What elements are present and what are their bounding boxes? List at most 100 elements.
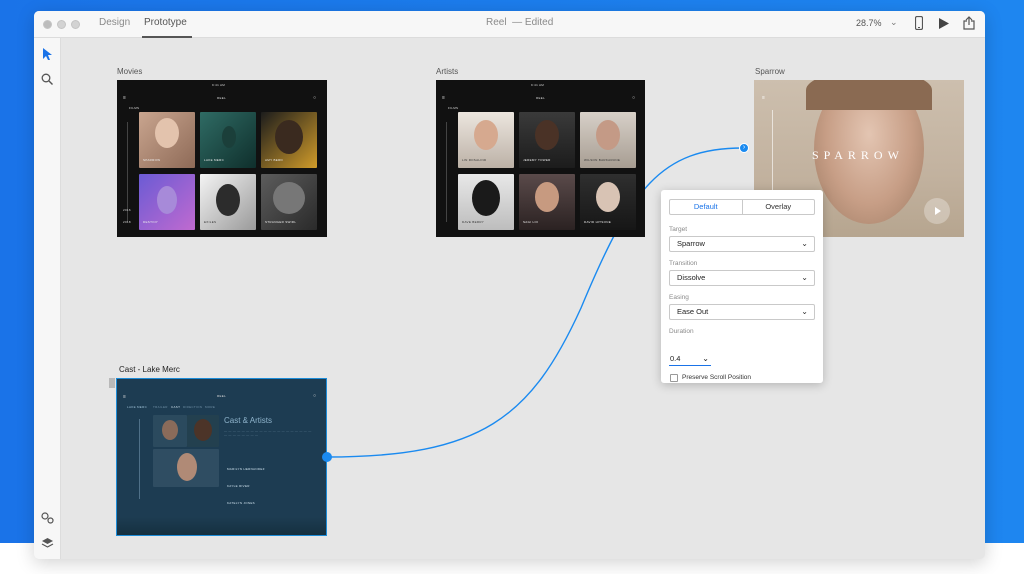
duration-select[interactable]: 0.4 ⌄ — [669, 352, 711, 366]
close-window-button[interactable] — [43, 20, 52, 29]
chevron-down-icon: ⌄ — [702, 354, 709, 363]
easing-value: Ease Out — [677, 307, 709, 316]
artboard-cast[interactable]: ≡ REEL ○ LAKE MERC TRAILER CAST DIRECTIO… — [116, 378, 327, 536]
movie-tile[interactable]: DESTINY — [139, 174, 195, 230]
zoom-chevron-down-icon[interactable]: ⌄ — [890, 17, 898, 28]
connection-origin-handle[interactable] — [322, 452, 332, 462]
duration-value: 0.4 — [670, 354, 681, 363]
menu-icon: ≡ — [442, 95, 446, 101]
movie-tile[interactable]: STRANGER SWIRL — [261, 174, 317, 230]
duration-label: Duration — [669, 328, 694, 335]
artist-tile[interactable]: WILSON BARKARUNE — [580, 112, 636, 168]
cast-photo[interactable] — [153, 449, 219, 487]
document-name: Reel — [486, 17, 507, 28]
cast-heading: Cast & Artists — [224, 416, 273, 425]
tile-caption: DESTINY — [143, 220, 159, 224]
timeline-line — [446, 122, 447, 222]
search-icon[interactable] — [41, 73, 53, 85]
transition-select[interactable]: Dissolve ⌄ — [669, 270, 815, 286]
artboard-handle[interactable] — [109, 378, 115, 388]
share-icon[interactable] — [963, 16, 975, 30]
artboard-label-cast: Cast - Lake Merc — [119, 365, 180, 374]
play-button[interactable] — [924, 198, 950, 224]
transition-value: Dissolve — [677, 273, 706, 282]
preserve-scroll-checkbox[interactable] — [670, 374, 678, 382]
hero-hair — [806, 80, 932, 110]
tile-caption: STRANGER SWIRL — [265, 220, 297, 224]
easing-select[interactable]: Ease Out ⌄ — [669, 304, 815, 320]
tool-sidebar — [34, 38, 61, 559]
tile-caption: AMY BERD — [265, 158, 284, 162]
zoom-level[interactable]: 28.7% — [856, 18, 882, 28]
tile-caption: LIN ROSALIND — [462, 158, 487, 162]
cast-photo[interactable] — [187, 415, 219, 447]
cast-photo[interactable] — [153, 415, 187, 447]
search-icon: ○ — [313, 95, 317, 101]
app-name: REEL — [217, 394, 227, 398]
symbols-icon[interactable] — [41, 512, 54, 524]
trigger-type-segmented-control: Default Overlay — [669, 199, 815, 215]
document-title: Reel — Edited — [486, 17, 553, 28]
status-time: 9:41 AM — [531, 83, 545, 87]
artist-tile[interactable]: LIN ROSALIND — [458, 112, 514, 168]
select-tool-icon[interactable] — [43, 48, 52, 60]
easing-label: Easing — [669, 294, 689, 301]
cast-name[interactable]: KAYLE RIVER — [227, 484, 250, 488]
connection-target-handle[interactable]: › — [739, 143, 749, 153]
tab-design[interactable]: Design — [99, 17, 130, 28]
artboard-artists[interactable]: 9:41 AM ≡ REEL ○ FILMS LIN ROSALIND JERE… — [436, 80, 645, 237]
movie-tile[interactable]: EXILES — [200, 174, 256, 230]
chevron-down-icon: ⌄ — [801, 239, 808, 248]
document-status: — Edited — [512, 17, 554, 28]
footer-scenery — [117, 517, 326, 535]
tab-more: MORE — [205, 405, 216, 409]
artboard-label-sparrow: Sparrow — [755, 67, 785, 76]
tile-caption: DAVID HITSONE — [584, 220, 612, 224]
chevron-down-icon: ⌄ — [801, 273, 808, 282]
tab-prototype[interactable]: Prototype — [144, 17, 187, 28]
artist-face — [596, 182, 620, 212]
poster-silhouette — [216, 184, 240, 216]
movie-tile[interactable]: AMY BERD — [261, 112, 317, 168]
cast-name[interactable]: MARILYN HERNANDEZ — [227, 467, 265, 471]
design-canvas[interactable]: Movies 9:41 AM ≡ REEL ○ FILMS 2016 2018 … — [61, 38, 985, 559]
artboard-label-movies: Movies — [117, 67, 143, 76]
status-time: 9:41 AM — [212, 83, 226, 87]
timeline-line — [127, 122, 128, 222]
artist-face — [474, 120, 498, 150]
movie-tile[interactable]: LAKE MERC — [200, 112, 256, 168]
default-option[interactable]: Default — [670, 200, 743, 214]
artboard-movies[interactable]: 9:41 AM ≡ REEL ○ FILMS 2016 2018 SPARROW… — [117, 80, 327, 237]
minimize-window-button[interactable] — [57, 20, 66, 29]
preserve-scroll-label[interactable]: Preserve Scroll Position — [682, 374, 751, 381]
menu-icon: ≡ — [762, 95, 766, 101]
year-label: 2016 — [123, 208, 131, 212]
cast-face — [177, 453, 197, 481]
movie-tile[interactable]: SPARROW — [139, 112, 195, 168]
artist-tile[interactable]: DAVID HITSONE — [580, 174, 636, 230]
artist-tile[interactable]: JEREMY TOWER — [519, 112, 575, 168]
tile-caption: SAGI LOI — [523, 220, 539, 224]
tile-caption: EXILES — [204, 220, 217, 224]
app-name: REEL — [217, 96, 227, 100]
artist-tile[interactable]: DAVE BERRY — [458, 174, 514, 230]
app-window: Design Prototype Reel — Edited 28.7% ⌄ M… — [34, 11, 985, 559]
title-bar: Design Prototype Reel — Edited 28.7% ⌄ — [34, 11, 985, 38]
target-select[interactable]: Sparrow ⌄ — [669, 236, 815, 252]
maximize-window-button[interactable] — [71, 20, 80, 29]
artist-tile[interactable]: SAGI LOI — [519, 174, 575, 230]
play-icon[interactable] — [939, 18, 949, 29]
chevron-down-icon: ⌄ — [801, 307, 808, 316]
artist-hat — [472, 180, 500, 216]
menu-icon: ≡ — [123, 394, 127, 400]
cast-description: — — — — — — — — — — — — — — — — — — — — … — [224, 429, 312, 437]
cast-face — [194, 419, 212, 441]
interaction-panel: Default Overlay Target Sparrow ⌄ Transit… — [661, 190, 823, 383]
search-icon: ○ — [632, 95, 636, 101]
tab-films: FILMS — [129, 106, 140, 110]
overlay-option[interactable]: Overlay — [743, 200, 815, 214]
device-preview-icon[interactable] — [915, 16, 923, 30]
layers-icon[interactable] — [41, 537, 54, 549]
cast-name[interactable]: KATELYN JONES — [227, 501, 255, 505]
target-value: Sparrow — [677, 239, 705, 248]
